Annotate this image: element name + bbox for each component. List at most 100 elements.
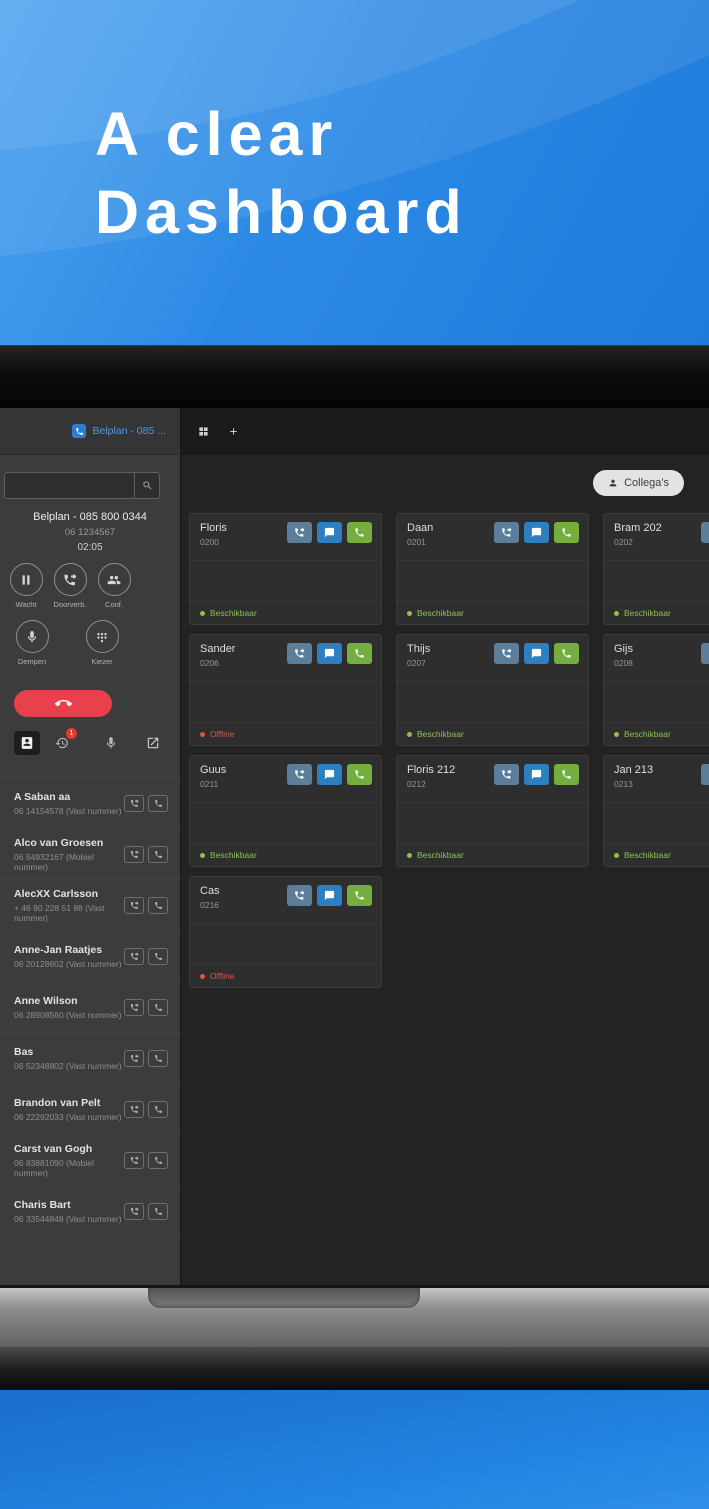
- pickup-call-button[interactable]: [287, 764, 312, 785]
- chat-button[interactable]: [524, 522, 549, 543]
- transfer-call-button[interactable]: [124, 896, 144, 914]
- pickup-call-button[interactable]: [494, 643, 519, 664]
- conference-button[interactable]: Conf.: [94, 563, 134, 609]
- call-button[interactable]: [347, 522, 372, 543]
- contact-row[interactable]: Charis Bart 06 33544848 (Vast nummer): [0, 1186, 180, 1237]
- softphone-account-tab[interactable]: Belplan - 085 ...: [92, 425, 166, 437]
- dashboard-topbar: [181, 408, 709, 455]
- transfer-call-button[interactable]: [124, 794, 144, 812]
- transfer-button[interactable]: Doorverb.: [50, 563, 90, 609]
- card-actions: [494, 643, 579, 679]
- chat-button[interactable]: [317, 522, 342, 543]
- add-widget-button[interactable]: [225, 424, 241, 440]
- mute-button[interactable]: Dempen: [10, 620, 54, 666]
- chat-button[interactable]: [317, 885, 342, 906]
- transfer-call-button[interactable]: [124, 1151, 144, 1169]
- call-contact-button[interactable]: [148, 1049, 168, 1067]
- call-contact-button[interactable]: [148, 1202, 168, 1220]
- pickup-call-button[interactable]: [701, 643, 709, 664]
- pickup-call-button[interactable]: [287, 885, 312, 906]
- pickup-call-button[interactable]: [701, 522, 709, 543]
- contact-number: 06 22292033 (Vast nummer): [14, 1111, 122, 1122]
- call-button[interactable]: [347, 764, 372, 785]
- pickup-call-button[interactable]: [494, 522, 519, 543]
- contact-row[interactable]: Bas 06 52348802 (Vast nummer): [0, 1033, 180, 1084]
- contact-row[interactable]: Anne Wilson 06 28908560 (Vast nummer): [0, 982, 180, 1033]
- card-identity: Gijs 0208: [614, 643, 633, 679]
- chat-icon: [324, 890, 335, 901]
- contact-actions: [124, 1049, 168, 1067]
- transfer-call-button[interactable]: [124, 1049, 144, 1067]
- transfer-label: Doorverb.: [53, 600, 87, 609]
- voicemail-tab[interactable]: [98, 731, 124, 755]
- status-dot: [614, 610, 619, 616]
- status-label: Beschikbaar: [210, 850, 257, 860]
- call-contact-button[interactable]: [148, 794, 168, 812]
- conference-label: Conf.: [105, 600, 123, 609]
- phone-forward-icon: [130, 951, 139, 960]
- transfer-call-button[interactable]: [124, 1202, 144, 1220]
- laptop-top-bezel: [0, 345, 709, 408]
- search-button[interactable]: [134, 472, 160, 499]
- dialer-button[interactable]: Kiezer: [80, 620, 124, 666]
- call-contact-button[interactable]: [148, 896, 168, 914]
- colleague-card: Cas 0216 Offline: [189, 876, 382, 988]
- hangup-button[interactable]: [14, 690, 112, 717]
- search-input[interactable]: [4, 472, 134, 499]
- card-header: Daan 0201: [397, 514, 588, 558]
- contact-row[interactable]: Brandon van Pelt 06 22292033 (Vast numme…: [0, 1084, 180, 1135]
- contact-row[interactable]: Carst van Gogh 06 83881090 (Mobiel numme…: [0, 1135, 180, 1186]
- contact-info: Bas 06 52348802 (Vast nummer): [14, 1046, 122, 1071]
- colleague-name: Cas: [200, 885, 220, 897]
- call-contact-button[interactable]: [148, 845, 168, 863]
- phone-forward-icon: [130, 900, 139, 909]
- active-call-number: 06 1234567: [64, 527, 116, 538]
- call-button[interactable]: [554, 522, 579, 543]
- contact-number: 06 20128602 (Vast nummer): [14, 958, 122, 969]
- layout-grid-button[interactable]: [195, 424, 211, 440]
- status-label: Beschikbaar: [624, 850, 671, 860]
- call-contact-button[interactable]: [148, 947, 168, 965]
- contact-name: A Saban aa: [14, 790, 71, 803]
- call-button[interactable]: [347, 643, 372, 664]
- contact-row[interactable]: AlecXX Carlsson + 46 90 228 51 88 (Vast …: [0, 880, 180, 931]
- laptop-notch: [148, 1288, 420, 1308]
- open-external-button[interactable]: [140, 731, 166, 755]
- contact-row[interactable]: Alco van Groesen 06 54932167 (Mobiel num…: [0, 829, 180, 880]
- transfer-call-button[interactable]: [124, 998, 144, 1016]
- card-header: Cas 0216: [190, 877, 381, 921]
- pickup-call-button[interactable]: [287, 522, 312, 543]
- pickup-call-button[interactable]: [287, 643, 312, 664]
- contact-info: Anne-Jan Raatjes 06 20128602 (Vast numme…: [14, 944, 122, 969]
- history-icon: [55, 737, 68, 749]
- hold-button[interactable]: Wacht: [6, 563, 46, 609]
- pickup-call-button[interactable]: [701, 764, 709, 785]
- contact-info: A Saban aa 06 14154578 (Vast nummer): [14, 791, 122, 816]
- transfer-call-button[interactable]: [124, 845, 144, 863]
- colleague-name: Floris 212: [407, 764, 456, 776]
- transfer-call-button[interactable]: [124, 947, 144, 965]
- contact-info: Charis Bart 06 33544848 (Vast nummer): [14, 1199, 122, 1224]
- contact-row[interactable]: Anne-Jan Raatjes 06 20128602 (Vast numme…: [0, 931, 180, 982]
- call-button[interactable]: [554, 764, 579, 785]
- phone-forward-icon: [130, 1206, 139, 1215]
- contact-row[interactable]: A Saban aa 06 14154578 (Vast nummer): [0, 778, 180, 829]
- contacts-tab[interactable]: [14, 731, 40, 755]
- colleagues-button[interactable]: Collega's: [593, 470, 684, 496]
- call-contact-button[interactable]: [148, 1151, 168, 1169]
- history-tab[interactable]: 1: [49, 728, 77, 755]
- contact-info: Brandon van Pelt 06 22292033 (Vast numme…: [14, 1097, 122, 1122]
- transfer-call-button[interactable]: [124, 1100, 144, 1118]
- pickup-call-button[interactable]: [494, 764, 519, 785]
- chat-button[interactable]: [524, 643, 549, 664]
- chat-button[interactable]: [524, 764, 549, 785]
- call-button[interactable]: [554, 643, 579, 664]
- call-contact-button[interactable]: [148, 998, 168, 1016]
- call-contact-button[interactable]: [148, 1100, 168, 1118]
- chat-button[interactable]: [317, 643, 342, 664]
- contact-info: Carst van Gogh 06 83881090 (Mobiel numme…: [14, 1143, 124, 1178]
- colleague-card: Bram 202 0202 Beschikbaar: [603, 513, 709, 625]
- chat-button[interactable]: [317, 764, 342, 785]
- phone-forward-icon: [295, 527, 305, 537]
- call-button[interactable]: [347, 885, 372, 906]
